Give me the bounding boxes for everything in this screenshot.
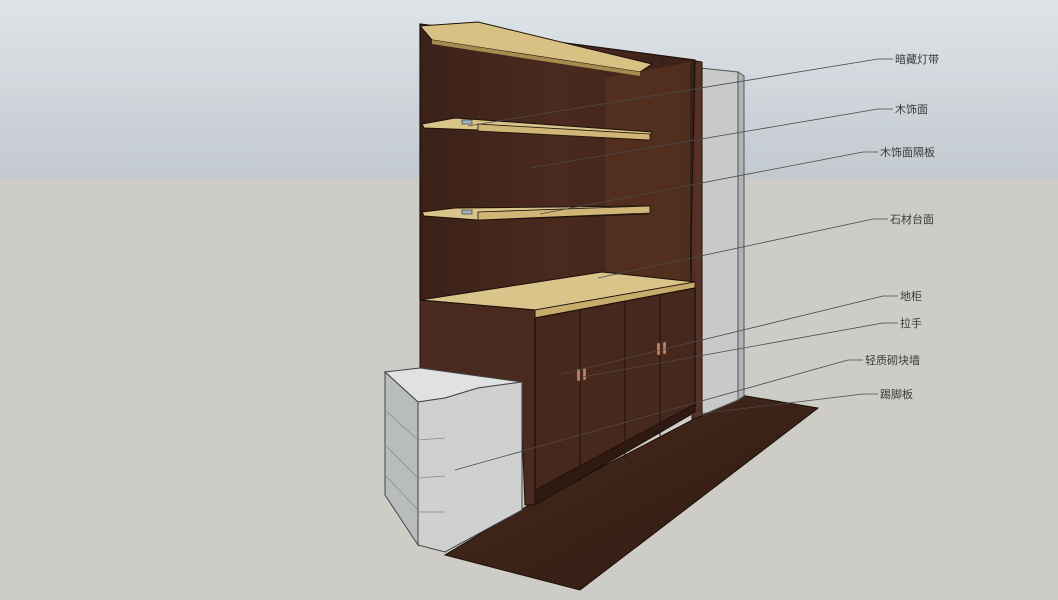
label-wood-veneer: 木饰面 bbox=[895, 102, 928, 116]
light-strip-lower bbox=[461, 209, 473, 215]
handle-left-1 bbox=[576, 368, 581, 382]
concrete-pillar-side bbox=[737, 71, 745, 401]
label-handle: 拉手 bbox=[900, 316, 922, 330]
handle-right-1 bbox=[656, 342, 661, 356]
cabinet-diagram: 暗藏灯带 木饰面 木饰面隔板 石材台面 地柜 拉手 轻质砌块墙 踢脚板 bbox=[0, 0, 1058, 600]
light-strip-upper bbox=[461, 119, 473, 125]
label-wood-veneer-shelf: 木饰面隔板 bbox=[880, 145, 935, 159]
label-hidden-light-strip: 暗藏灯带 bbox=[895, 52, 939, 66]
concrete-pillar-front bbox=[699, 67, 739, 417]
back-panel-inner-right bbox=[605, 62, 690, 285]
handle-right-2 bbox=[662, 341, 667, 355]
label-stone-countertop: 石材台面 bbox=[890, 212, 934, 226]
label-base-cabinet: 地柜 bbox=[900, 290, 922, 303]
label-kickboard: 踢脚板 bbox=[880, 387, 913, 401]
handle-left-2 bbox=[582, 367, 587, 381]
label-lightweight-block-wall: 轻质砌块墙 bbox=[865, 353, 920, 367]
